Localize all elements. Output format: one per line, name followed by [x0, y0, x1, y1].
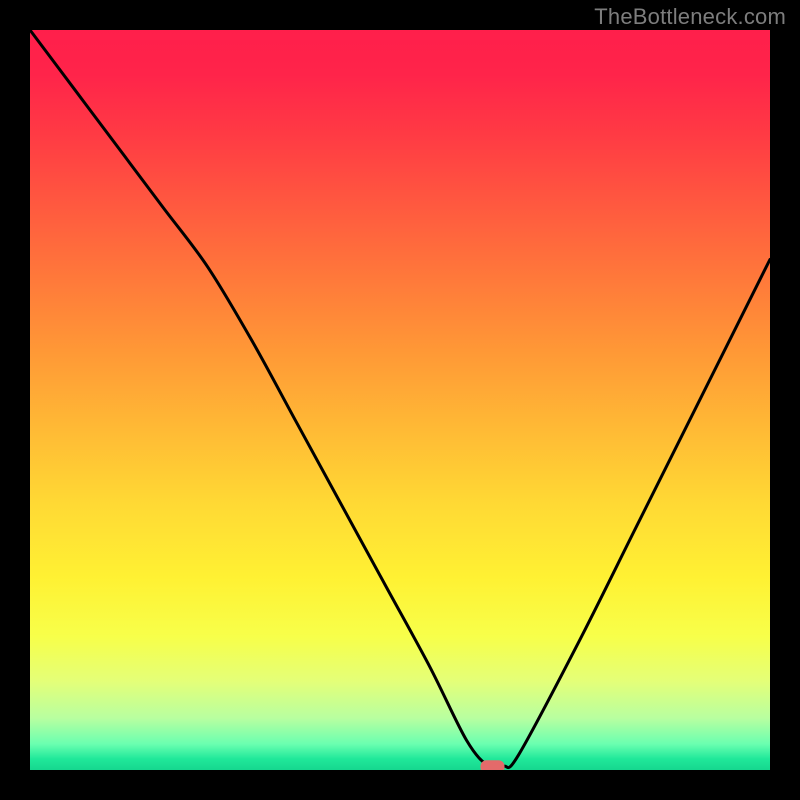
plot-area: [30, 30, 770, 770]
bottleneck-chart-svg: [30, 30, 770, 770]
watermark-text: TheBottleneck.com: [594, 4, 786, 30]
chart-frame: TheBottleneck.com: [0, 0, 800, 800]
gradient-background: [30, 30, 770, 770]
optimal-point-marker: [481, 760, 505, 770]
